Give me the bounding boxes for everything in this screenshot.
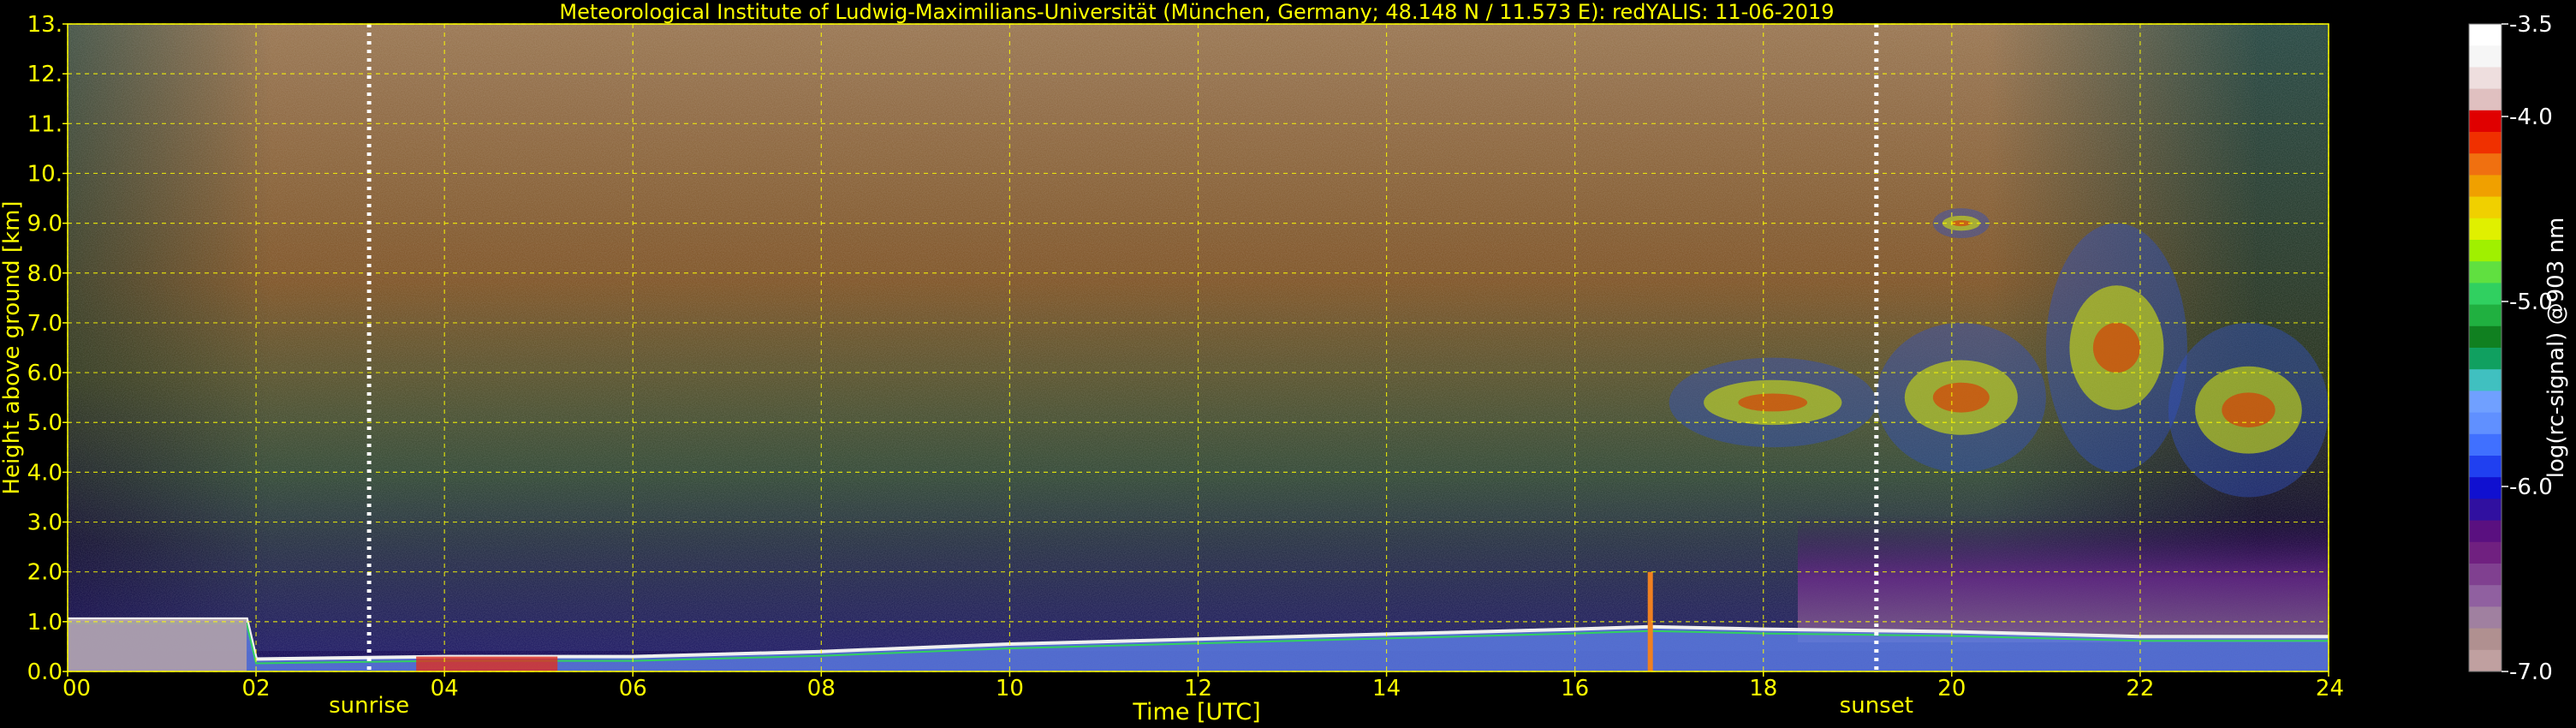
colorbar-segment [2469, 412, 2502, 435]
colorbar-segment [2469, 649, 2502, 672]
colorbar-segment [2469, 283, 2502, 306]
lidar-chart: Meteorological Institute of Ludwig-Maxim… [0, 0, 2569, 725]
colorbar-tick-label: -4.0 [2509, 104, 2553, 130]
colorbar-segment [2469, 45, 2502, 68]
colorbar-segment [2469, 88, 2502, 111]
x-tick-label: 04 [431, 676, 459, 701]
morning-convective-cells [416, 656, 558, 671]
colorbar-segment [2469, 24, 2502, 46]
colorbar-segment [2469, 218, 2502, 241]
y-tick-label: 0.0 [27, 659, 62, 685]
colorbar-label: log(rc-signal) @903 nm [2543, 218, 2569, 479]
x-tick-label: 14 [1372, 676, 1401, 701]
x-tick-label: 18 [1749, 676, 1777, 701]
plot-area [67, 23, 2329, 672]
night-aerosol-layer [68, 618, 247, 671]
x-tick-label: 02 [242, 676, 271, 701]
cloud-peak [2092, 322, 2140, 373]
y-tick-label: 10. [27, 161, 62, 187]
chart-title: Meteorological Institute of Ludwig-Maxim… [559, 0, 1834, 24]
colorbar-segment [2469, 564, 2502, 586]
y-axis-ticks: 0.0 1.0 2.0 3.0 4.0 5.0 6.0 7.0 8.0 9.0 10. 11. 12. 1… [27, 12, 68, 685]
y-tick-label: 6.0 [27, 361, 62, 386]
colorbar-segment [2469, 325, 2502, 349]
x-tick-label: 08 [807, 676, 836, 701]
colorbar-segment [2469, 433, 2502, 456]
colorbar-tick-label: -3.5 [2509, 12, 2553, 38]
colorbar-segment [2469, 240, 2502, 262]
cloud-layer [1669, 357, 1877, 448]
x-tick-label: 12 [1184, 676, 1212, 701]
y-tick-label: 7.0 [27, 311, 62, 337]
x-tick-label: 20 [1937, 676, 1966, 701]
colorbar-segment [2469, 110, 2502, 133]
y-tick-label: 4.0 [27, 460, 62, 486]
annotations: sunrise sunset [329, 693, 1913, 719]
colorbar-segment [2469, 628, 2502, 651]
y-tick-label: 9.0 [27, 212, 62, 237]
cloud-peak [1932, 382, 1990, 413]
colorbar-tick-label: -7.0 [2509, 659, 2553, 685]
colorbar-segment [2469, 477, 2502, 499]
colorbar-segment [2469, 196, 2502, 219]
sunset-label: sunset [1840, 693, 1913, 719]
colorbar-segment [2469, 391, 2502, 414]
x-tick-label: 00 [62, 676, 91, 701]
cloud-peak [2222, 392, 2276, 428]
y-tick-label: 2.0 [27, 560, 62, 586]
cloud-peak [1738, 393, 1808, 412]
y-tick-label: 1.0 [27, 610, 62, 636]
residual-layer-night-evening [1798, 514, 2329, 642]
x-tick-label: 16 [1561, 676, 1589, 701]
y-tick-label: 3.0 [27, 510, 62, 536]
colorbar-segment [2469, 175, 2502, 198]
colorbar: -3.5-4.0-5.0-6.0-7.0 log(rc-signal) @903… [2468, 12, 2569, 685]
colorbar-segment [2469, 261, 2502, 283]
y-tick-label: 5.0 [27, 410, 62, 436]
x-tick-label: 10 [996, 676, 1024, 701]
x-tick-label: 24 [2316, 676, 2344, 701]
colorbar-segment [2469, 153, 2502, 176]
sunrise-label: sunrise [329, 693, 409, 719]
y-tick-label: 13. [27, 12, 62, 38]
x-tick-label: 22 [2126, 676, 2154, 701]
colorbar-segment [2469, 67, 2502, 90]
colorbar-segment [2469, 498, 2502, 522]
colorbar-segment [2469, 456, 2502, 478]
y-tick-label: 12. [27, 62, 62, 87]
cloud-layer [1876, 322, 2046, 473]
colorbar-segment [2469, 606, 2502, 630]
colorbar-segment [2469, 520, 2502, 543]
colorbar-segment [2469, 304, 2502, 327]
cloud-layer [2045, 223, 2187, 473]
colorbar-segment [2469, 132, 2502, 154]
cloud-layer [2168, 322, 2329, 498]
colorbar-segment [2469, 541, 2502, 564]
colorbar-segment [2469, 369, 2502, 391]
x-tick-label: 06 [619, 676, 647, 701]
y-tick-label: 11. [27, 111, 62, 137]
y-axis-label: Height above ground [km] [0, 200, 25, 494]
colorbar-segment [2469, 585, 2502, 607]
x-axis-label: Time [UTC] [1132, 699, 1260, 725]
colorbar-segment [2469, 348, 2502, 370]
y-tick-label: 8.0 [27, 261, 62, 287]
